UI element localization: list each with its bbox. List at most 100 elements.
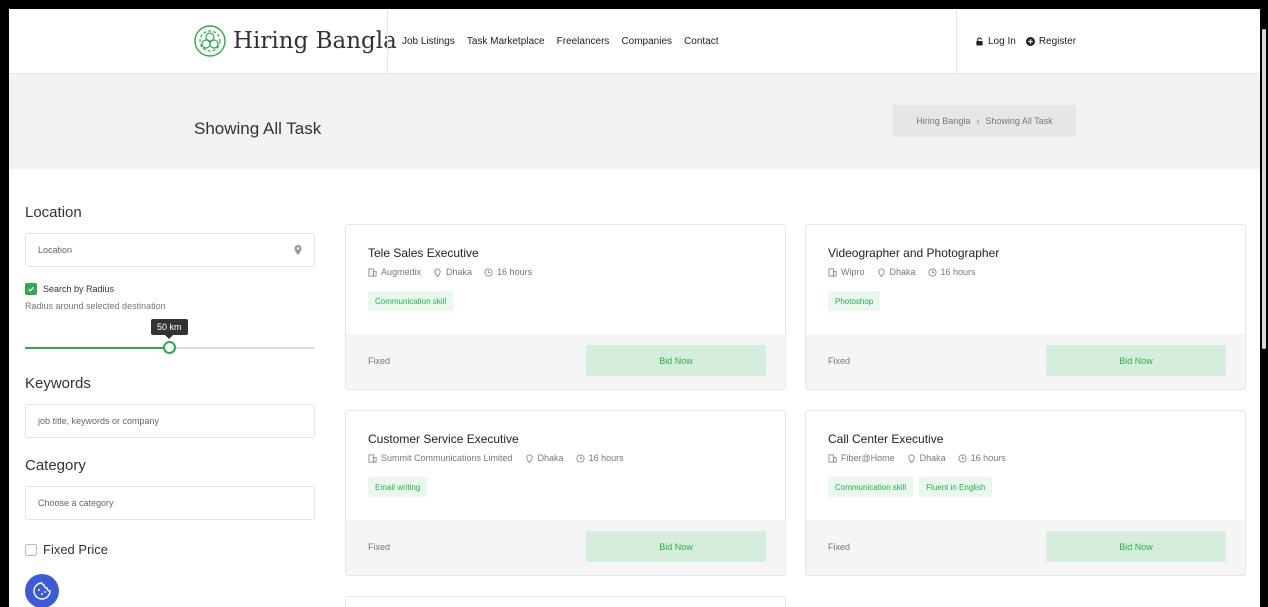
skill-tag[interactable]: Fluent in English	[919, 477, 993, 497]
location-icon	[877, 267, 885, 277]
location-heading: Location	[25, 204, 82, 221]
task-meta: Summit Communications Limited Dhaka 16 h…	[368, 453, 624, 463]
price-type: Fixed	[828, 356, 851, 366]
price-type: Fixed	[368, 542, 391, 552]
task-card-footer: Fixed Bid Now	[346, 520, 785, 575]
location-input[interactable]: Location	[25, 233, 315, 267]
nav-job-listings[interactable]: Job Listings	[402, 36, 455, 47]
slider-value-tooltip: 50 km	[151, 319, 188, 339]
plus-circle-icon	[1025, 37, 1035, 46]
scrollbar-thumb[interactable]	[1262, 29, 1266, 349]
task-location: Dhaka	[919, 453, 946, 463]
task-meta: Wipro Dhaka 16 hours	[828, 267, 976, 277]
clock-icon	[927, 267, 937, 277]
task-card: Call Center Executive Fiber@Home Dhaka 1…	[805, 410, 1246, 576]
checkbox-checked[interactable]	[25, 283, 37, 295]
keywords-heading: Keywords	[25, 375, 91, 392]
page-title-band: Showing All Task Hiring Bangla › Showing…	[9, 74, 1260, 169]
building-icon	[828, 267, 837, 277]
filter-sidebar: Location Location Search by Radius Radiu…	[25, 204, 315, 557]
radius-checkbox-label: Search by Radius	[43, 284, 115, 294]
keywords-input[interactable]: job title, keywords or company	[25, 404, 315, 438]
task-time: 16 hours	[497, 267, 533, 277]
radius-hint: Radius around selected destination	[25, 301, 166, 311]
fixed-price-checkbox[interactable]: Fixed Price	[25, 542, 315, 557]
nav-freelancers[interactable]: Freelancers	[557, 36, 610, 47]
category-heading: Category	[25, 457, 86, 474]
task-company: Augmedix	[381, 267, 422, 277]
task-card-footer: Fixed Bid Now	[346, 334, 785, 389]
building-icon	[368, 453, 377, 463]
task-location: Dhaka	[889, 267, 916, 277]
location-placeholder: Location	[38, 245, 73, 255]
task-company: Wipro	[841, 267, 865, 277]
bid-now-button[interactable]: Bid Now	[586, 345, 766, 376]
task-card: Videographer and Photographer Wipro Dhak…	[805, 224, 1246, 390]
bid-now-button[interactable]: Bid Now	[1046, 531, 1226, 562]
window-edge	[1260, 9, 1268, 607]
radius-slider[interactable]: 50 km	[25, 319, 315, 359]
location-icon	[525, 453, 533, 463]
site-header: Hiring Bangla Job Listings Task Marketpl…	[9, 9, 1260, 74]
slider-fill	[25, 347, 170, 349]
register-label: Register	[1038, 36, 1077, 47]
cookie-icon	[33, 582, 51, 600]
header-divider	[387, 9, 388, 74]
radius-checkbox[interactable]: Search by Radius	[25, 283, 315, 295]
nav-contact[interactable]: Contact	[684, 36, 718, 47]
clock-icon	[484, 267, 493, 277]
task-meta: Fiber@Home Dhaka 16 hours	[828, 453, 1006, 463]
breadcrumb-home[interactable]: Hiring Bangla	[916, 116, 970, 126]
location-icon	[908, 453, 915, 463]
task-company: Fiber@Home	[841, 453, 895, 463]
location-icon	[434, 267, 441, 277]
map-pin-icon	[294, 245, 302, 255]
page-title: Showing All Task	[194, 119, 322, 138]
price-type: Fixed	[828, 542, 851, 552]
task-title[interactable]: Tele Sales Executive	[368, 246, 479, 260]
task-card-footer: Fixed Bid Now	[806, 520, 1245, 575]
breadcrumb-separator: ›	[976, 116, 980, 126]
site-logo[interactable]: Hiring Bangla	[193, 23, 397, 59]
category-select[interactable]: Choose a category	[25, 486, 315, 520]
task-time: 16 hours	[588, 453, 624, 463]
building-icon	[828, 453, 837, 463]
skill-tag[interactable]: Email writing	[368, 477, 428, 497]
task-title[interactable]: Videographer and Photographer	[828, 246, 999, 260]
checkbox-unchecked[interactable]	[25, 543, 37, 556]
building-icon	[368, 267, 377, 277]
task-card-footer: Fixed Bid Now	[806, 334, 1245, 389]
skill-tag[interactable]: Photoshop	[828, 291, 881, 311]
logo-text: Hiring Bangla	[233, 28, 397, 54]
task-company: Summit Communications Limited	[381, 453, 513, 463]
skill-tag[interactable]: Communication skill	[828, 477, 914, 497]
task-title[interactable]: Call Center Executive	[828, 432, 943, 446]
task-tags: Photoshop	[828, 291, 881, 311]
bid-now-button[interactable]: Bid Now	[1046, 345, 1226, 376]
check-icon	[28, 286, 34, 292]
keywords-placeholder: job title, keywords or company	[38, 416, 160, 426]
nav-task-marketplace[interactable]: Task Marketplace	[467, 36, 545, 47]
task-card: Customer Service Executive Summit Commun…	[345, 410, 786, 576]
cookie-settings-button[interactable]	[25, 574, 59, 607]
auth-links: Log In Register	[975, 9, 1076, 74]
task-card: Tele Sales Executive Augmedix Dhaka 16 h…	[345, 224, 786, 390]
task-tags: Communication skill Fluent in English	[828, 477, 993, 497]
price-type: Fixed	[368, 356, 391, 366]
login-link[interactable]: Log In	[975, 36, 1016, 47]
nav-companies[interactable]: Companies	[621, 36, 672, 47]
task-tags: Email writing	[368, 477, 428, 497]
category-placeholder: Choose a category	[38, 498, 114, 508]
task-time: 16 hours	[940, 267, 976, 277]
task-time: 16 hours	[970, 453, 1006, 463]
breadcrumb-current: Showing All Task	[985, 116, 1053, 126]
slider-handle[interactable]	[163, 341, 176, 354]
clock-icon	[958, 453, 967, 463]
bid-now-button[interactable]: Bid Now	[586, 531, 766, 562]
task-title[interactable]: Customer Service Executive	[368, 432, 519, 446]
skill-tag[interactable]: Communication skill	[368, 291, 454, 311]
task-location: Dhaka	[446, 267, 473, 277]
logo-mark-icon	[194, 25, 226, 57]
lock-icon	[976, 37, 983, 46]
register-link[interactable]: Register	[1025, 36, 1077, 47]
